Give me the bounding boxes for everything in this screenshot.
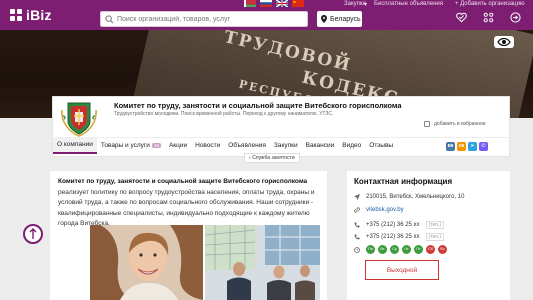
social-share: вк ок ➤ ✆: [446, 142, 488, 151]
clock-icon: [354, 246, 360, 253]
favorite-checkbox[interactable]: [424, 121, 430, 127]
phone-icon: [354, 234, 360, 240]
region-label: Беларусь: [330, 15, 361, 23]
logo-text: iBiz: [26, 7, 52, 23]
tab-news[interactable]: Новости: [191, 138, 224, 154]
day-sat: Сб: [426, 245, 435, 254]
telegram-icon[interactable]: ➤: [468, 142, 477, 151]
tab-label: Закупки: [273, 142, 298, 149]
schedule-row: Пн Вт Ср Чт Пт Сб Вс: [354, 245, 447, 254]
nav-add-organization[interactable]: + Добавить организацию: [455, 1, 524, 7]
flag-cn-icon[interactable]: [292, 0, 304, 7]
language-flags: [244, 0, 304, 7]
header-actions: [456, 12, 521, 23]
location-pin-icon: [321, 15, 327, 23]
work-days: Пн Вт Ср Чт Пт Сб Вс: [366, 245, 447, 254]
flag-uk-icon[interactable]: [276, 0, 288, 7]
tooltip-employment-service: ‹ Служба занятости: [244, 153, 300, 163]
phone-row-2: +375 (212) 36 25 xx (тел.): [354, 233, 445, 241]
day-tue: Вт: [378, 245, 387, 254]
tab-label: Товары и услуги: [100, 142, 150, 149]
contacts-title: Контактная информация: [354, 177, 453, 186]
tab-video[interactable]: Видео: [338, 138, 365, 154]
address-text: 210015, Витебск, Хмельницкого, 10: [366, 194, 465, 200]
tab-products-services[interactable]: Товары и услуги 15: [97, 138, 165, 154]
book-title-line1: ТРУДОВОЙ: [221, 30, 354, 76]
search-box[interactable]: [100, 11, 308, 27]
region-selector[interactable]: Беларусь: [317, 11, 362, 27]
nav-purchases[interactable]: Закупки: [344, 1, 366, 7]
tooltip-text: Служба занятости: [252, 155, 295, 161]
company-card: Комитет по труду, занятости и социальной…: [52, 96, 510, 157]
about-section: Комитет по труду, занятости и социальной…: [50, 171, 327, 300]
visibility-toggle[interactable]: [494, 36, 514, 48]
contacts-panel: Контактная информация 210015, Витебск, Х…: [347, 171, 510, 300]
tab-promotions[interactable]: Акции: [165, 138, 191, 154]
tab-label: Видео: [342, 142, 362, 149]
company-name: Комитет по труду, занятости и социальной…: [114, 101, 402, 110]
scroll-up-button[interactable]: [23, 224, 43, 244]
phone-2[interactable]: +375 (212) 36 25 xx: [366, 234, 420, 240]
link-icon: [354, 207, 360, 213]
tab-label: О компании: [57, 141, 93, 148]
search-icon: [105, 14, 114, 24]
vk-icon[interactable]: вк: [446, 142, 455, 151]
phone-2-hint: (тел.): [425, 233, 445, 241]
day-mon: Пн: [366, 245, 375, 254]
website-row: vitebsk.gov.by: [354, 207, 404, 213]
favorite-label: добавить в избранное: [434, 121, 486, 127]
phone-1-hint: (тел.): [425, 221, 445, 229]
login-icon[interactable]: [510, 12, 521, 23]
phone-1[interactable]: +375 (212) 36 25 xx: [366, 222, 420, 228]
arrow-up-icon: [29, 228, 37, 239]
logo[interactable]: iBiz: [10, 7, 52, 23]
odnoklassniki-icon[interactable]: ок: [457, 142, 466, 151]
nav-purchases-chevron-icon[interactable]: ▾: [364, 1, 367, 8]
day-sun: Вс: [438, 245, 447, 254]
office-photo-image: [205, 225, 320, 300]
about-company-name: Комитет по труду, занятости и социальной…: [58, 178, 308, 185]
favorites-icon[interactable]: [456, 12, 467, 23]
tab-label: Акции: [168, 142, 188, 149]
tab-vacancies[interactable]: Вакансии: [302, 138, 339, 154]
tab-label: Новости: [195, 142, 221, 149]
tab-label: Объявления: [228, 142, 266, 149]
viber-icon[interactable]: ✆: [479, 142, 488, 151]
products-count-badge: 15: [151, 143, 161, 148]
company-emblem-icon: [61, 102, 97, 137]
add-to-favorites[interactable]: добавить в избранное: [424, 121, 486, 127]
nav-free-ads[interactable]: Бесплатные объявления: [374, 1, 443, 7]
eye-icon: [497, 38, 511, 46]
day-fri: Пт: [414, 245, 423, 254]
status-day-off: Выходной: [365, 260, 439, 280]
compare-icon[interactable]: [483, 12, 494, 23]
about-body: реализует политику по вопросу трудоустро…: [58, 188, 315, 228]
flag-by-icon[interactable]: [244, 0, 256, 7]
staff-photo[interactable]: [90, 225, 203, 300]
day-thu: Чт: [402, 245, 411, 254]
phone-icon: [354, 222, 360, 228]
office-photo[interactable]: [205, 225, 320, 300]
tab-label: Вакансии: [305, 142, 335, 149]
top-bar: iBiz Закупки ▾ Бесплатные объявления + Д…: [0, 0, 533, 30]
tab-ads[interactable]: Объявления: [224, 138, 270, 154]
about-text: Комитет по труду, занятости и социальной…: [58, 177, 323, 230]
tab-purchases[interactable]: Закупки: [270, 138, 302, 154]
company-short-description: Трудоустройство молодежи. Поиск временно…: [114, 111, 334, 117]
tab-label: Отзывы: [369, 142, 394, 149]
tab-about[interactable]: О компании: [53, 137, 97, 154]
staff-photo-image: [90, 225, 203, 300]
phone-row-1: +375 (212) 36 25 xx (тел.): [354, 221, 445, 229]
address-row: 210015, Витебск, Хмельницкого, 10: [354, 194, 464, 200]
search-input[interactable]: [117, 15, 302, 23]
logo-grid-icon: [10, 9, 22, 21]
tab-reviews[interactable]: Отзывы: [365, 138, 397, 154]
website-link[interactable]: vitebsk.gov.by: [366, 207, 404, 213]
location-arrow-icon: [354, 194, 360, 200]
company-tabs: О компании Товары и услуги 15 Акции Новос…: [53, 137, 509, 154]
flag-ru-icon[interactable]: [260, 0, 272, 7]
day-wed: Ср: [390, 245, 399, 254]
